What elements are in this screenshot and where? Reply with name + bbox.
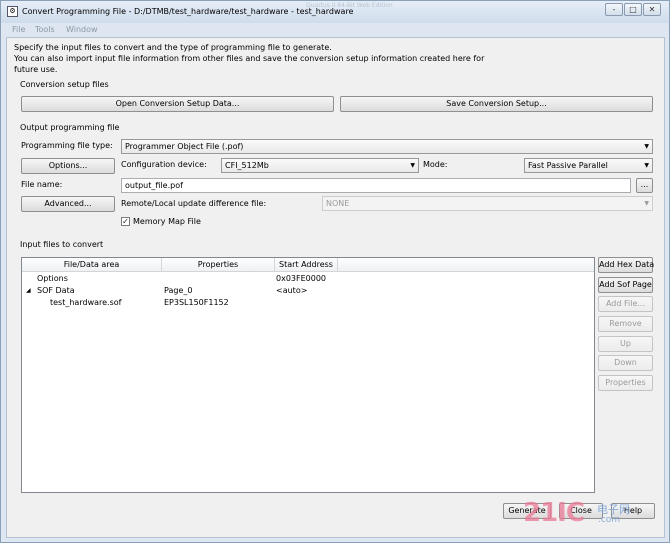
remote-update-select: NONE ▼	[322, 196, 653, 211]
advanced-button[interactable]: Advanced...	[21, 196, 115, 212]
row-properties: Page_0	[164, 286, 193, 295]
memory-map-label: Memory Map File	[133, 217, 201, 226]
open-conversion-setup-button[interactable]: Open Conversion Setup Data...	[21, 96, 334, 112]
add-file-button: Add File...	[598, 296, 653, 312]
menu-bar: File Tools Window	[6, 23, 665, 37]
file-type-select[interactable]: Programmer Object File (.pof) ▼	[121, 139, 653, 154]
add-sof-page-button[interactable]: Add Sof Page	[598, 277, 653, 293]
intro-line-2: You can also import input file informati…	[14, 54, 485, 63]
conversion-setup-label: Conversion setup files	[20, 80, 109, 89]
intro-line-3: future use.	[14, 65, 58, 74]
add-hex-data-button[interactable]: Add Hex Data	[598, 257, 654, 273]
minimize-button[interactable]: -	[605, 3, 623, 16]
file-name-label: File name:	[21, 180, 63, 189]
input-files-label: Input files to convert	[20, 240, 104, 249]
menu-file[interactable]: File	[12, 25, 25, 34]
output-programming-file-label: Output programming file	[20, 123, 120, 132]
table-row[interactable]: ◢ SOF Data Page_0 <auto>	[22, 285, 594, 297]
column-header-file[interactable]: File/Data area	[22, 258, 162, 272]
config-device-value: CFI_512Mb	[225, 161, 269, 170]
title-bar[interactable]: ⚙ Convert Programming File - D:/DTMB/tes…	[1, 1, 669, 23]
intro-line-1: Specify the input files to convert and t…	[14, 43, 332, 52]
watermark-url: .com	[598, 515, 621, 525]
column-header-properties[interactable]: Properties	[162, 258, 275, 272]
row-properties: EP3SL150F1152	[164, 298, 229, 307]
file-type-label: Programming file type:	[21, 141, 113, 150]
remote-update-label: Remote/Local update difference file:	[121, 199, 267, 208]
expand-arrow-icon[interactable]: ◢	[26, 286, 31, 296]
remove-button: Remove	[598, 316, 653, 332]
save-conversion-setup-button[interactable]: Save Conversion Setup...	[340, 96, 653, 112]
row-address: 0x03FE0000	[276, 274, 327, 283]
row-name: Options	[37, 274, 68, 283]
options-button[interactable]: Options...	[21, 158, 115, 174]
mode-label: Mode:	[423, 160, 448, 169]
up-button: Up	[598, 336, 653, 352]
window-title: Convert Programming File - D:/DTMB/test_…	[22, 7, 354, 16]
input-files-tree[interactable]: File/Data area Properties Start Address …	[21, 257, 595, 493]
background-window-text: Quartus II 64-Bit Web Edition	[306, 2, 393, 9]
down-button: Down	[598, 355, 653, 371]
menu-window[interactable]: Window	[66, 25, 98, 34]
maximize-button[interactable]: □	[624, 3, 642, 16]
config-device-select[interactable]: CFI_512Mb ▼	[221, 158, 419, 173]
dialog-client-area: Specify the input files to convert and t…	[6, 37, 665, 538]
table-row[interactable]: Options 0x03FE0000	[22, 273, 594, 285]
memory-map-checkbox[interactable]: ✓	[121, 217, 130, 226]
app-icon: ⚙	[7, 6, 18, 17]
mode-value: Fast Passive Parallel	[528, 161, 608, 170]
mode-select[interactable]: Fast Passive Parallel ▼	[524, 158, 653, 173]
tree-header: File/Data area Properties Start Address	[22, 258, 594, 272]
menu-tools[interactable]: Tools	[35, 25, 55, 34]
properties-button: Properties	[598, 375, 653, 391]
watermark-logo: 21IC	[523, 498, 585, 528]
row-name: test_hardware.sof	[50, 298, 122, 307]
convert-programming-file-window: ⚙ Convert Programming File - D:/DTMB/tes…	[0, 0, 670, 543]
chevron-down-icon: ▼	[644, 162, 649, 169]
file-name-input[interactable]: output_file.pof	[121, 178, 631, 193]
close-window-button[interactable]: ✕	[643, 3, 661, 16]
browse-button[interactable]: ...	[636, 178, 653, 193]
file-type-value: Programmer Object File (.pof)	[125, 142, 244, 151]
config-device-label: Configuration device:	[121, 160, 207, 169]
row-name: SOF Data	[37, 286, 75, 295]
chevron-down-icon: ▼	[644, 200, 649, 207]
remote-update-value: NONE	[326, 199, 350, 208]
table-row[interactable]: test_hardware.sof EP3SL150F1152	[22, 297, 594, 309]
row-address: <auto>	[276, 286, 308, 295]
chevron-down-icon: ▼	[410, 162, 415, 169]
column-header-address[interactable]: Start Address	[275, 258, 338, 272]
chevron-down-icon: ▼	[644, 143, 649, 150]
